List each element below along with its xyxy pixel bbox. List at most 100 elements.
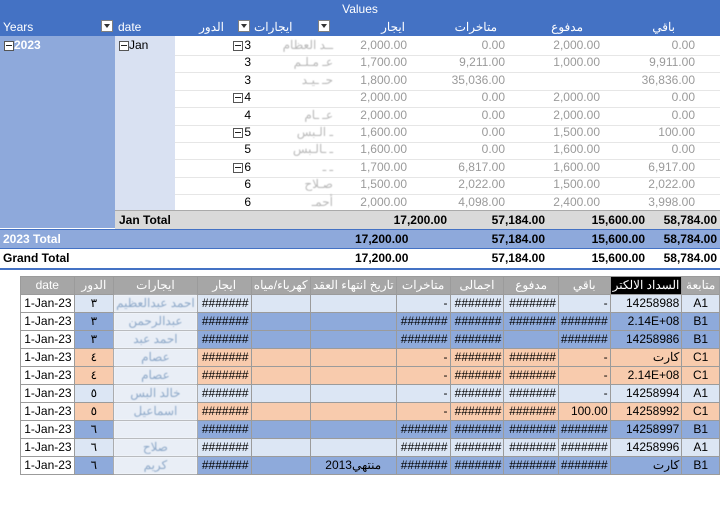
table-row: 1-Jan-23 ٣ احمد عبد ####### ####### ####### ##… xyxy=(20,330,720,349)
kahraba-cell xyxy=(250,384,311,403)
daw-filter-icon[interactable] xyxy=(238,20,250,32)
ejar-cell: ####### xyxy=(196,402,252,421)
madfoo-value: 1,600.00 xyxy=(553,159,600,174)
ejar-value: 1,800.00 xyxy=(360,72,407,87)
date-cell: 1-Jan-23 xyxy=(20,348,75,367)
column-header: date xyxy=(20,276,75,295)
motaba-cell: B1 xyxy=(681,312,720,331)
column-header: متابعة xyxy=(681,276,720,295)
contract-end-cell xyxy=(309,420,397,439)
daw-cell: ٤ xyxy=(73,366,115,385)
mota-value: 35,036.00 xyxy=(451,72,505,87)
date-cell: 1-Jan-23 xyxy=(20,312,75,331)
kahraba-cell xyxy=(250,366,311,385)
table-row: 1-Jan-23 ٥ اسماعيل ####### - ####### ####### 10… xyxy=(20,402,720,421)
daw-cell: ٣ xyxy=(73,330,115,349)
ejar-cell: ####### xyxy=(196,366,252,385)
table-row: 1-Jan-23 ٦ كريم ####### منتهي2013 ####### ####… xyxy=(20,456,720,475)
date-cell: 1-Jan-23 xyxy=(20,402,75,421)
sadad-cell: 14258986 xyxy=(609,330,683,349)
grand-total-ejar: 17,200.00 xyxy=(355,251,409,265)
kahraba-cell xyxy=(250,402,311,421)
mota-cell: - xyxy=(395,348,451,367)
collapse-month-icon[interactable] xyxy=(119,41,129,51)
collapse-year-icon[interactable] xyxy=(4,41,14,51)
date-cell: 1-Jan-23 xyxy=(20,420,75,439)
madfoo-header: مدفوع xyxy=(551,20,583,34)
ejar-cell: ####### xyxy=(196,438,252,457)
daw-cell: ٦ xyxy=(73,420,115,439)
ejar-cell: ####### xyxy=(196,294,252,313)
column-header: السداد الالكتر xyxy=(609,276,683,295)
baqi-cell: 100.00 xyxy=(557,402,611,421)
daw-value: 4 xyxy=(244,90,251,105)
kahraba-cell xyxy=(250,456,311,475)
date-cell: 1-Jan-23 xyxy=(20,456,75,475)
madfoo-cell: ####### xyxy=(503,312,559,331)
madfoo-value: 2,000.00 xyxy=(553,107,600,122)
mota-cell: - xyxy=(395,294,451,313)
madfoo-value xyxy=(515,71,600,89)
years-filter-icon[interactable] xyxy=(101,20,113,32)
contract-end-cell xyxy=(309,330,397,349)
jan-total-label: Jan Total xyxy=(119,213,171,227)
motaba-cell: C1 xyxy=(681,402,720,421)
daw-cell: ٦ xyxy=(73,456,115,475)
madfoo-cell: ####### xyxy=(503,366,559,385)
month-band: Jan xyxy=(115,36,175,210)
daw-cell: ٣ xyxy=(73,294,115,313)
ejar-cell: ####### xyxy=(196,384,252,403)
table-header-row: date الدور ايجارات ايجار كهرباء/مياه تاريخ ان… xyxy=(20,276,720,295)
baqi-value: 9,911.00 xyxy=(649,55,695,70)
egmali-cell: ####### xyxy=(449,348,505,367)
ejarat-filter-icon[interactable] xyxy=(318,20,330,32)
tenant-name: ــد العظام xyxy=(282,38,333,52)
contract-end-cell xyxy=(309,384,397,403)
year-total-label: 2023 Total xyxy=(3,232,61,246)
madfoo-value: 2,000.00 xyxy=(553,38,600,52)
mota-cell: - xyxy=(395,384,451,403)
madfoo-cell: ####### xyxy=(503,402,559,421)
egmali-cell: ####### xyxy=(449,330,505,349)
madfoo-value: 2,000.00 xyxy=(553,90,600,105)
baqi-cell: - xyxy=(557,366,611,385)
ejar-value: 2,000.00 xyxy=(360,107,407,122)
mota-cell: ####### xyxy=(395,456,451,475)
date-cell: 1-Jan-23 xyxy=(20,294,75,313)
jan-total-ejar: 17,200.00 xyxy=(393,213,447,227)
table-row: 1-Jan-23 ٤ عصام ####### - ####### ####### -2.14… xyxy=(20,366,720,385)
mota-value: 9,211.00 xyxy=(459,55,505,70)
years-header: Years xyxy=(3,20,34,34)
daw-cell: ٥ xyxy=(73,384,115,403)
egmali-cell: ####### xyxy=(449,384,505,403)
tenant-name: أحمـ xyxy=(311,194,333,209)
baqi-header: باقي xyxy=(652,20,675,34)
column-header: ايجارات xyxy=(113,276,198,295)
kahraba-cell xyxy=(250,294,311,313)
egmali-cell: ####### xyxy=(449,420,505,439)
baqi-value: 0.00 xyxy=(671,90,695,105)
mota-header: متاخرات xyxy=(454,20,497,34)
madfoo-value: 1,000.00 xyxy=(553,55,600,70)
grand-total-row: Grand Total 17,200.00 57,184.00 15,600.0… xyxy=(0,248,720,270)
ejar-value: 1,600.00 xyxy=(360,142,407,157)
year-label: 2023 xyxy=(14,38,41,52)
baqi-cell: - xyxy=(557,384,611,403)
date-header: date xyxy=(118,20,142,34)
daw-cell: ٣ xyxy=(73,312,115,331)
column-header: اجمالى xyxy=(449,276,505,295)
tenant-cell: عصام xyxy=(113,366,198,385)
motaba-cell: A1 xyxy=(681,438,720,457)
ejar-value: 1,500.00 xyxy=(360,177,407,192)
ejar-value: 1,700.00 xyxy=(360,55,407,70)
motaba-cell: A1 xyxy=(681,384,720,403)
tenant-name xyxy=(255,88,333,106)
pivot-header: Values Years date الدور ايجارات ايجار مت… xyxy=(0,0,720,36)
egmali-cell: ####### xyxy=(449,366,505,385)
contract-end-cell xyxy=(309,312,397,331)
tenant-cell: احمد عبدالعظيم xyxy=(113,294,198,313)
column-header: مدفوع xyxy=(503,276,559,295)
madfoo-value: 1,500.00 xyxy=(553,177,600,192)
ejar-cell: ####### xyxy=(196,348,252,367)
contract-end-cell xyxy=(309,366,397,385)
